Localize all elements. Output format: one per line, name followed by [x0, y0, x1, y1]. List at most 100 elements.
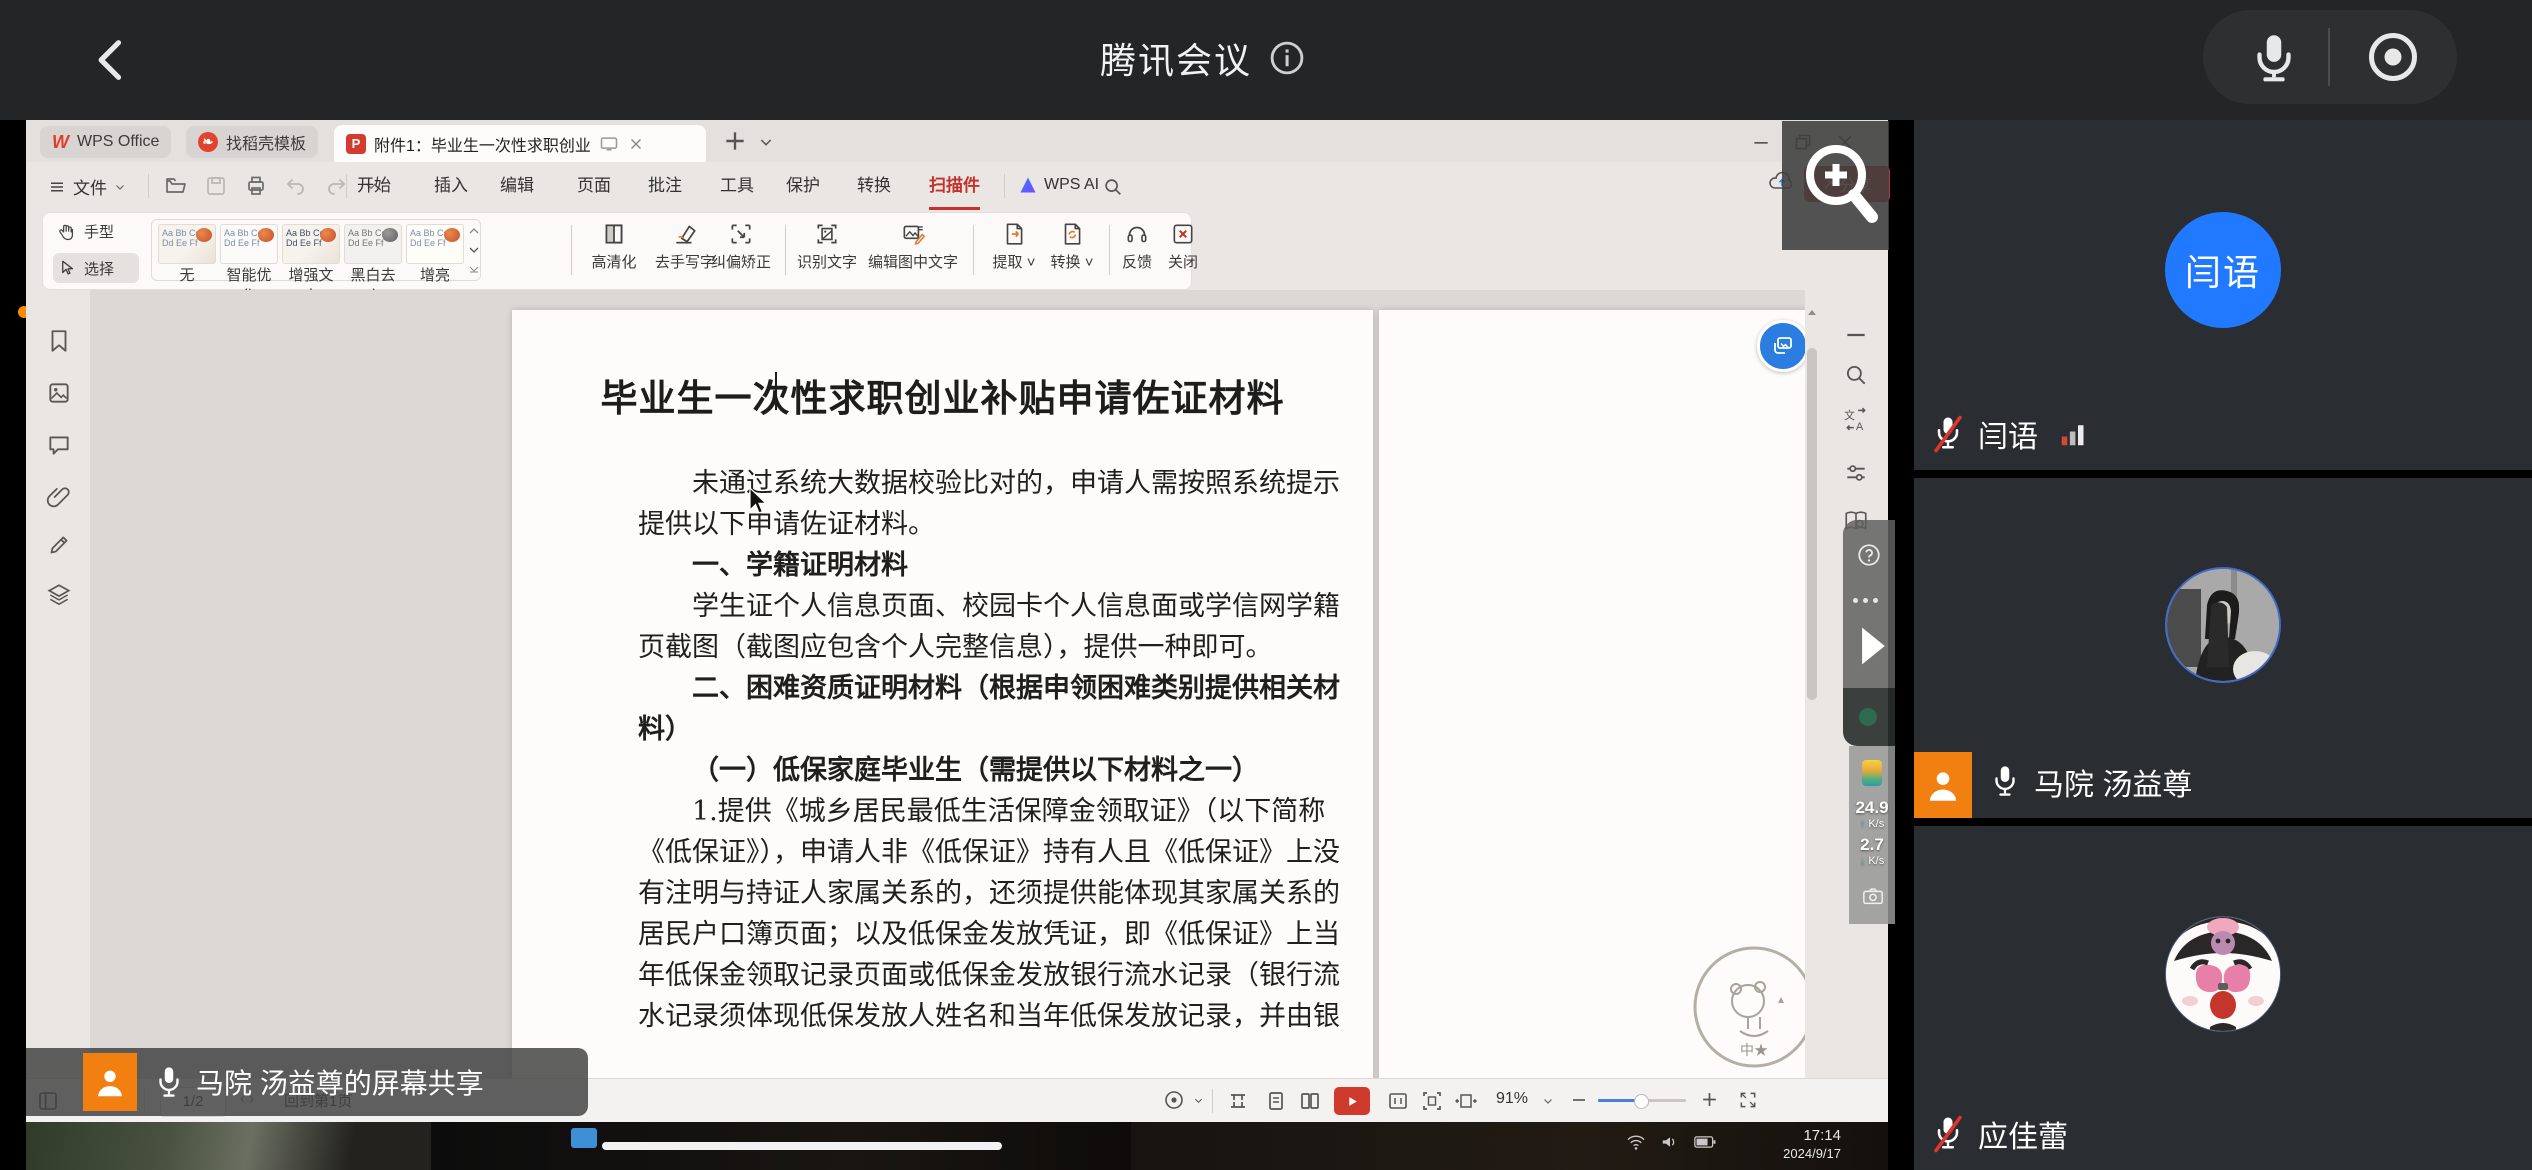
zoom-out-icon[interactable]: [1570, 1091, 1588, 1109]
edit-image-text-button[interactable]: 编辑图中文字: [861, 221, 965, 272]
fullscreen-icon[interactable]: [1738, 1090, 1758, 1110]
file-menu[interactable]: 文件: [48, 174, 126, 199]
fit-page-icon[interactable]: [1420, 1089, 1444, 1113]
annotate-pen-icon[interactable]: [46, 532, 72, 558]
translate-icon[interactable]: 文A: [1843, 406, 1869, 432]
play-presentation-button[interactable]: [1334, 1087, 1370, 1115]
menu-item-home[interactable]: 开始: [357, 162, 391, 210]
image-convert-badge[interactable]: [1757, 320, 1805, 372]
document-line: 页截图（截图应包含个人完整信息），提供一种即可。: [638, 627, 1262, 668]
settings-sliders-icon[interactable]: [1843, 460, 1869, 486]
menu-item-tools[interactable]: 工具: [720, 162, 754, 210]
scroll-up-icon[interactable]: [1807, 308, 1817, 316]
more-options-icon[interactable]: [1853, 598, 1878, 603]
zoom-level[interactable]: 91%: [1496, 1090, 1528, 1108]
desktop-strip: 17:14 2024/9/17: [26, 1122, 1888, 1170]
thumbnail-icon[interactable]: [46, 380, 72, 406]
collapse-icon[interactable]: [1843, 322, 1869, 348]
wps-ai-button[interactable]: WPS AI: [1018, 175, 1099, 195]
minimize-icon[interactable]: [1751, 132, 1771, 152]
two-page-icon[interactable]: [1298, 1089, 1322, 1113]
status-separator: [1212, 1089, 1213, 1113]
menu-item-edit[interactable]: 编辑: [500, 162, 534, 210]
comment-icon[interactable]: [46, 432, 72, 458]
new-tab-button[interactable]: [722, 128, 748, 154]
tab-list-dropdown[interactable]: [758, 134, 774, 150]
participant-tile-3[interactable]: 应佳蕾: [1914, 826, 2532, 1170]
tab-document-active[interactable]: P 附件1：毕业生一次性求职创业: [334, 125, 706, 162]
document-body: 未通过系统大数据校验比对的，申请人需按照系统提示提供以下申请佐证材料。一、学籍证…: [638, 463, 1262, 1037]
shared-screen-region: W WPS Office ❧ 找稻壳模板 P 附件1：毕业生一次性求职创业: [26, 120, 1888, 1170]
participant-tile-1[interactable]: 闫语 闫语: [1914, 120, 2532, 470]
extract-button[interactable]: 提取 ˅: [985, 221, 1043, 272]
mic-button[interactable]: [2245, 28, 2303, 86]
zoom-slider-knob[interactable]: [1634, 1094, 1649, 1109]
fit-width-icon[interactable]: [1454, 1089, 1478, 1113]
undo-icon[interactable]: [284, 174, 308, 198]
floating-widget-status: [1843, 688, 1895, 746]
view-mode-button[interactable]: [1162, 1088, 1204, 1112]
close-tab-icon[interactable]: [627, 135, 645, 153]
attachment-icon[interactable]: [46, 484, 72, 510]
back-button[interactable]: [86, 34, 138, 86]
menu-item-page[interactable]: 页面: [577, 162, 611, 210]
select-tool-active[interactable]: 选择: [53, 253, 139, 283]
zoom-in-icon[interactable]: [1700, 1090, 1719, 1109]
gallery-item-enhance[interactable]: Aa Bb CcDd Ee Ff 增强文本: [282, 224, 340, 276]
gallery-scroll[interactable]: [468, 224, 480, 276]
vertical-scrollbar[interactable]: [1805, 290, 1819, 1078]
zoom-slider[interactable]: [1598, 1099, 1686, 1102]
desktop-wallpaper-left: [26, 1122, 431, 1170]
scrollbar-thumb[interactable]: [1807, 348, 1817, 700]
find-icon[interactable]: [1843, 362, 1869, 388]
meeting-info-icon[interactable]: [1268, 39, 1306, 77]
document-title: 毕业生一次性求职创业补贴申请佐证材料: [512, 368, 1373, 422]
menu-item-scan-active[interactable]: 扫描件: [929, 162, 980, 210]
ocr-button[interactable]: 识别文字: [795, 221, 859, 272]
bookmark-icon[interactable]: [46, 328, 72, 354]
tool-label: 纠偏矫正: [711, 251, 771, 272]
redo-icon[interactable]: [324, 174, 348, 198]
document-area[interactable]: 毕业生一次性求职创业补贴申请佐证材料 未通过系统大数据校验比对的，申请人需按照系…: [90, 290, 1805, 1078]
tab-docer[interactable]: ❧ 找稻壳模板: [186, 126, 318, 158]
menu-item-insert[interactable]: 插入: [434, 162, 468, 210]
expand-panel-icon[interactable]: [1855, 624, 1889, 668]
screenshot-camera-icon[interactable]: [1862, 886, 1884, 906]
sharer-avatar: [83, 1053, 137, 1111]
gallery-item-smart[interactable]: Aa Bb CcDd Ee Ff 智能优化: [220, 224, 278, 276]
svg-text:中★: 中★: [1740, 1043, 1768, 1059]
gallery-item-none[interactable]: Aa Bb CcDd Ee Ff 无: [158, 224, 216, 276]
print-icon[interactable]: [244, 174, 268, 198]
deskew-button[interactable]: 纠偏矫正: [705, 221, 777, 272]
actual-size-icon[interactable]: [1386, 1089, 1410, 1113]
avatar-cartoon: [2166, 917, 2280, 1031]
menu-item-comment[interactable]: 批注: [648, 162, 682, 210]
gallery-item-bw[interactable]: Aa Bb CcDd Ee Ff 黑白去底: [344, 224, 402, 276]
hand-tool[interactable]: 手型: [57, 221, 114, 242]
network-speed-widget[interactable]: 24.9 ↑ K/s 2.7 ↓ K/s: [1849, 746, 1895, 924]
gallery-item-brighten[interactable]: Aa Bb CcDd Ee Ff 增亮: [406, 224, 464, 276]
zoom-dropdown-icon[interactable]: [1542, 1095, 1554, 1107]
participant-tile-2[interactable]: 马院 汤益尊: [1914, 478, 2532, 818]
open-file-icon[interactable]: [164, 174, 188, 198]
video-progress-bar[interactable]: [602, 1142, 1002, 1150]
help-icon[interactable]: [1856, 542, 1882, 568]
menu-item-protect[interactable]: 保护: [786, 162, 820, 210]
document-line: 居民户口簿页面；以及低保金发放凭证，即《低保证》上当: [638, 914, 1262, 955]
record-button[interactable]: [2363, 27, 2423, 87]
menu-item-convert[interactable]: 转换: [857, 162, 891, 210]
hand-icon: [57, 222, 77, 242]
close-scan-button[interactable]: 关闭: [1159, 221, 1207, 272]
layers-icon[interactable]: [46, 582, 72, 608]
document-line: 年低保金领取记录页面或低保金发放银行流水记录（银行流: [638, 955, 1262, 996]
convert-button[interactable]: 转换 ˅: [1043, 221, 1101, 272]
autoscroll-icon[interactable]: [1226, 1089, 1250, 1113]
tab-wps-home[interactable]: W WPS Office: [40, 126, 171, 158]
save-icon[interactable]: [204, 174, 228, 198]
feedback-button[interactable]: 反馈: [1113, 221, 1161, 272]
menu-search-button[interactable]: [1102, 176, 1124, 198]
hd-enhance-button[interactable]: 高清化: [583, 221, 645, 272]
single-page-icon[interactable]: [1264, 1089, 1288, 1113]
document-line: 学生证个人信息页面、校园卡个人信息面或学信网学籍: [638, 586, 1262, 627]
tool-label: 反馈: [1122, 251, 1152, 272]
